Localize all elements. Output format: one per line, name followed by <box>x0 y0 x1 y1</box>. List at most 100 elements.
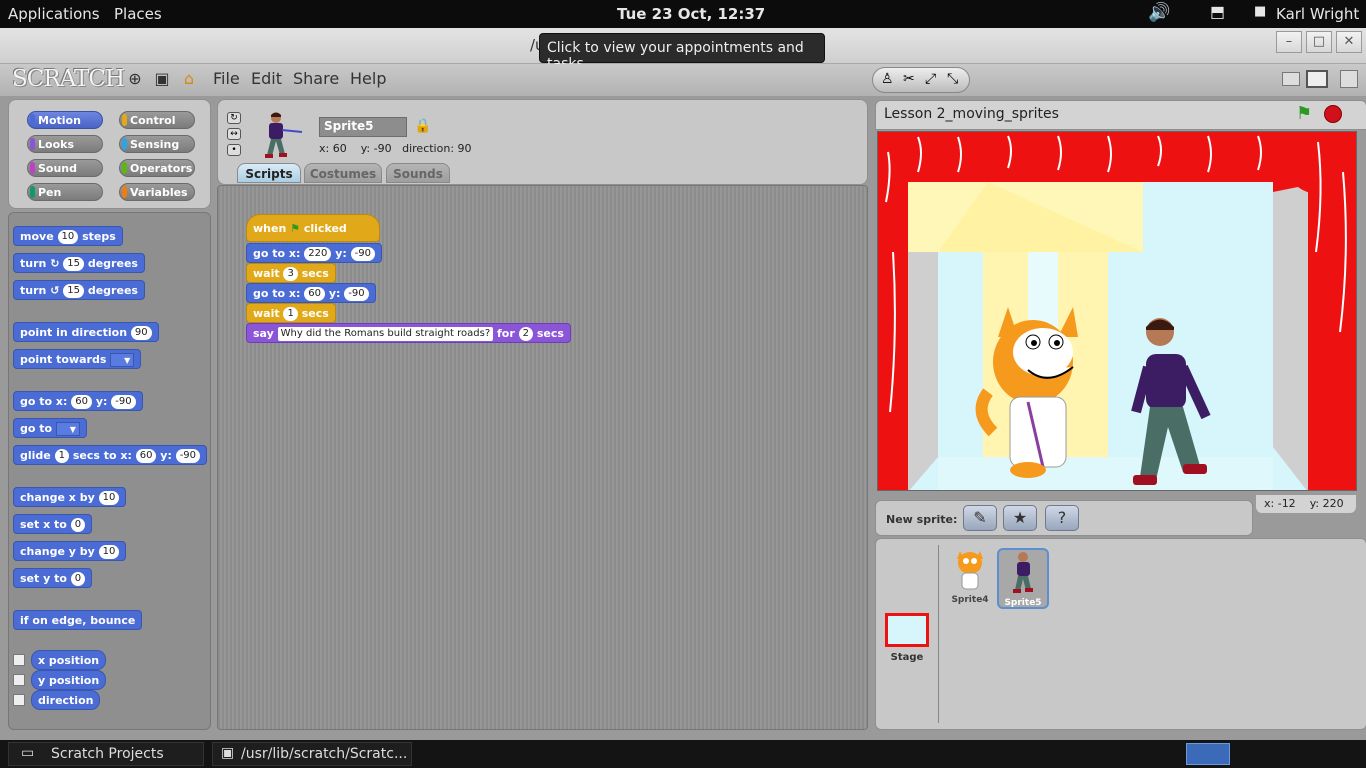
go-to-xy-script-block-2[interactable]: go to x: 60 y: -90 <box>246 283 376 303</box>
green-flag-button[interactable]: ⚑ <box>1296 103 1312 124</box>
taskbar-item-scratch-window[interactable]: ▣ /usr/lib/scratch/Scratc... <box>212 742 412 766</box>
small-stage-icon[interactable] <box>1282 72 1300 86</box>
y-position-reporter[interactable]: y position <box>31 670 107 690</box>
file-menu[interactable]: File <box>213 69 240 88</box>
point-towards-block[interactable]: point towards <box>13 349 142 369</box>
taskbar-item-scratch-projects[interactable]: ▭ Scratch Projects <box>8 742 204 766</box>
save-disk-icon[interactable]: ▣ <box>153 70 171 88</box>
stage-scene <box>878 132 1356 490</box>
stop-button[interactable] <box>1324 105 1342 123</box>
language-globe-icon[interactable]: ⊕ <box>126 70 144 88</box>
x-position-checkbox[interactable] <box>13 654 25 666</box>
go-to-xy-script-block[interactable]: go to x: 220 y: -90 <box>246 243 382 263</box>
paint-new-sprite-button[interactable]: ✎ <box>963 505 997 531</box>
no-rotate-icon[interactable]: • <box>227 144 241 156</box>
minimize-button[interactable]: – <box>1276 31 1302 53</box>
sprite-corral: Sprite4 Sprite5 Stage <box>875 538 1366 730</box>
direction-checkbox[interactable] <box>13 694 25 706</box>
category-operators[interactable]: Operators <box>119 159 195 177</box>
wait-script-block-2[interactable]: wait 1 secs <box>246 303 336 323</box>
stage-canvas[interactable] <box>877 131 1357 491</box>
grow-icon[interactable]: ⤢ <box>925 71 936 87</box>
block-palette: move 10 steps turn ↻ 15 degrees turn ↺ 1… <box>8 212 211 730</box>
duplicate-stamp-icon[interactable]: ♙ <box>881 71 894 87</box>
stage-header: Lesson 2_moving_sprites ⚑ <box>875 100 1366 130</box>
sprite-item-label: Sprite5 <box>1004 598 1042 608</box>
when-flag-clicked-hat[interactable]: when ⚑ clicked <box>246 214 380 242</box>
sprite-item-label: Sprite4 <box>951 595 989 605</box>
sprite-thumbnail <box>265 112 303 158</box>
clock[interactable]: Tue 23 Oct, 12:37 <box>617 5 765 23</box>
go-to-xy-block[interactable]: go to x: 60 y: -90 <box>13 391 143 411</box>
cat-thumbnail-icon <box>957 551 983 590</box>
category-motion[interactable]: Motion <box>27 111 103 129</box>
edit-menu[interactable]: Edit <box>251 69 282 88</box>
folder-star-icon: ★ <box>1012 508 1028 527</box>
say-for-secs-block[interactable]: say Why did the Romans build straight ro… <box>246 323 571 343</box>
category-control[interactable]: Control <box>119 111 195 129</box>
set-y-block[interactable]: set y to 0 <box>13 568 93 588</box>
category-sound[interactable]: Sound <box>27 159 103 177</box>
turn-cw-block[interactable]: turn ↻ 15 degrees <box>13 253 145 273</box>
dropdown-icon <box>110 353 135 368</box>
places-menu[interactable]: Places <box>114 5 162 23</box>
volume-icon[interactable]: 🔊 <box>1148 2 1170 23</box>
user-menu[interactable]: Karl Wright <box>1276 5 1359 23</box>
shrink-icon[interactable]: ⤡ <box>947 71 958 87</box>
mouse-coordinates: x: -12 y: 220 <box>1256 495 1356 513</box>
direction-reporter[interactable]: direction <box>31 690 101 710</box>
change-y-block[interactable]: change y by 10 <box>13 541 127 561</box>
stage-item-label: Stage <box>890 652 924 663</box>
scripts-area[interactable]: when ⚑ clicked go to x: 220 y: -90 wait … <box>217 185 868 730</box>
category-sensing[interactable]: Sensing <box>119 135 195 153</box>
chat-icon: ■ <box>1254 4 1267 19</box>
point-in-direction-block[interactable]: point in direction 90 <box>13 322 159 342</box>
sprite-item-sprite5[interactable]: Sprite5 <box>997 548 1049 609</box>
share-house-icon[interactable]: ⌂ <box>180 70 198 88</box>
category-pen[interactable]: Pen <box>27 183 103 201</box>
applications-menu[interactable]: Applications <box>8 5 100 23</box>
random-sprite-button[interactable]: ? <box>1045 505 1079 531</box>
normal-stage-icon[interactable] <box>1306 70 1328 88</box>
wait-script-block[interactable]: wait 3 secs <box>246 263 336 283</box>
question-star-icon: ? <box>1057 508 1067 527</box>
help-menu[interactable]: Help <box>350 69 386 88</box>
move-steps-block[interactable]: move 10 steps <box>13 226 123 246</box>
flip-style-icon[interactable]: ↔ <box>227 128 241 140</box>
category-variables[interactable]: Variables <box>119 183 195 201</box>
network-icon[interactable]: ⬒ <box>1210 2 1225 21</box>
taskbar: ▭ Scratch Projects ▣ /usr/lib/scratch/Sc… <box>0 740 1366 768</box>
bounce-block[interactable]: if on edge, bounce <box>13 610 143 630</box>
tab-costumes[interactable]: Costumes <box>304 163 382 183</box>
stage-item[interactable]: Stage <box>884 613 930 669</box>
rotate-cw-icon: ↻ <box>50 257 60 270</box>
tab-sounds[interactable]: Sounds <box>386 163 450 183</box>
sprite-coordinates: x: 60 y: -90 direction: 90 <box>319 142 472 155</box>
change-x-block[interactable]: change x by 10 <box>13 487 127 507</box>
stage-thumbnail-icon <box>885 613 929 647</box>
tab-scripts[interactable]: Scripts <box>237 163 301 183</box>
maximize-button[interactable]: □ <box>1306 31 1332 53</box>
rotate-style-icon[interactable]: ↻ <box>227 112 241 124</box>
glide-block[interactable]: glide 1 secs to x: 60 y: -90 <box>13 445 208 465</box>
choose-sprite-file-button[interactable]: ★ <box>1003 505 1037 531</box>
corral-divider <box>938 545 939 723</box>
folder-icon: ▭ <box>21 745 35 761</box>
x-position-reporter[interactable]: x position <box>31 650 107 670</box>
workspace-switcher[interactable] <box>1186 743 1230 765</box>
close-button[interactable]: ✕ <box>1336 31 1362 53</box>
turn-ccw-block[interactable]: turn ↺ 15 degrees <box>13 280 145 300</box>
rotate-ccw-icon: ↺ <box>50 284 60 297</box>
sprite-name-field[interactable]: Sprite5 <box>319 117 407 137</box>
share-menu[interactable]: Share <box>293 69 339 88</box>
presentation-mode-icon[interactable] <box>1340 70 1358 88</box>
delete-scissors-icon[interactable]: ✂ <box>903 71 915 87</box>
y-position-checkbox[interactable] <box>13 674 25 686</box>
go-to-block[interactable]: go to <box>13 418 87 438</box>
scratch-logo: SCRATCH <box>12 66 125 92</box>
category-panel: Motion Control Looks Sensing Sound Opera… <box>8 99 211 209</box>
category-looks[interactable]: Looks <box>27 135 103 153</box>
lock-icon[interactable]: 🔒 <box>414 118 431 134</box>
set-x-block[interactable]: set x to 0 <box>13 514 93 534</box>
sprite-item-sprite4[interactable]: Sprite4 <box>948 547 992 607</box>
